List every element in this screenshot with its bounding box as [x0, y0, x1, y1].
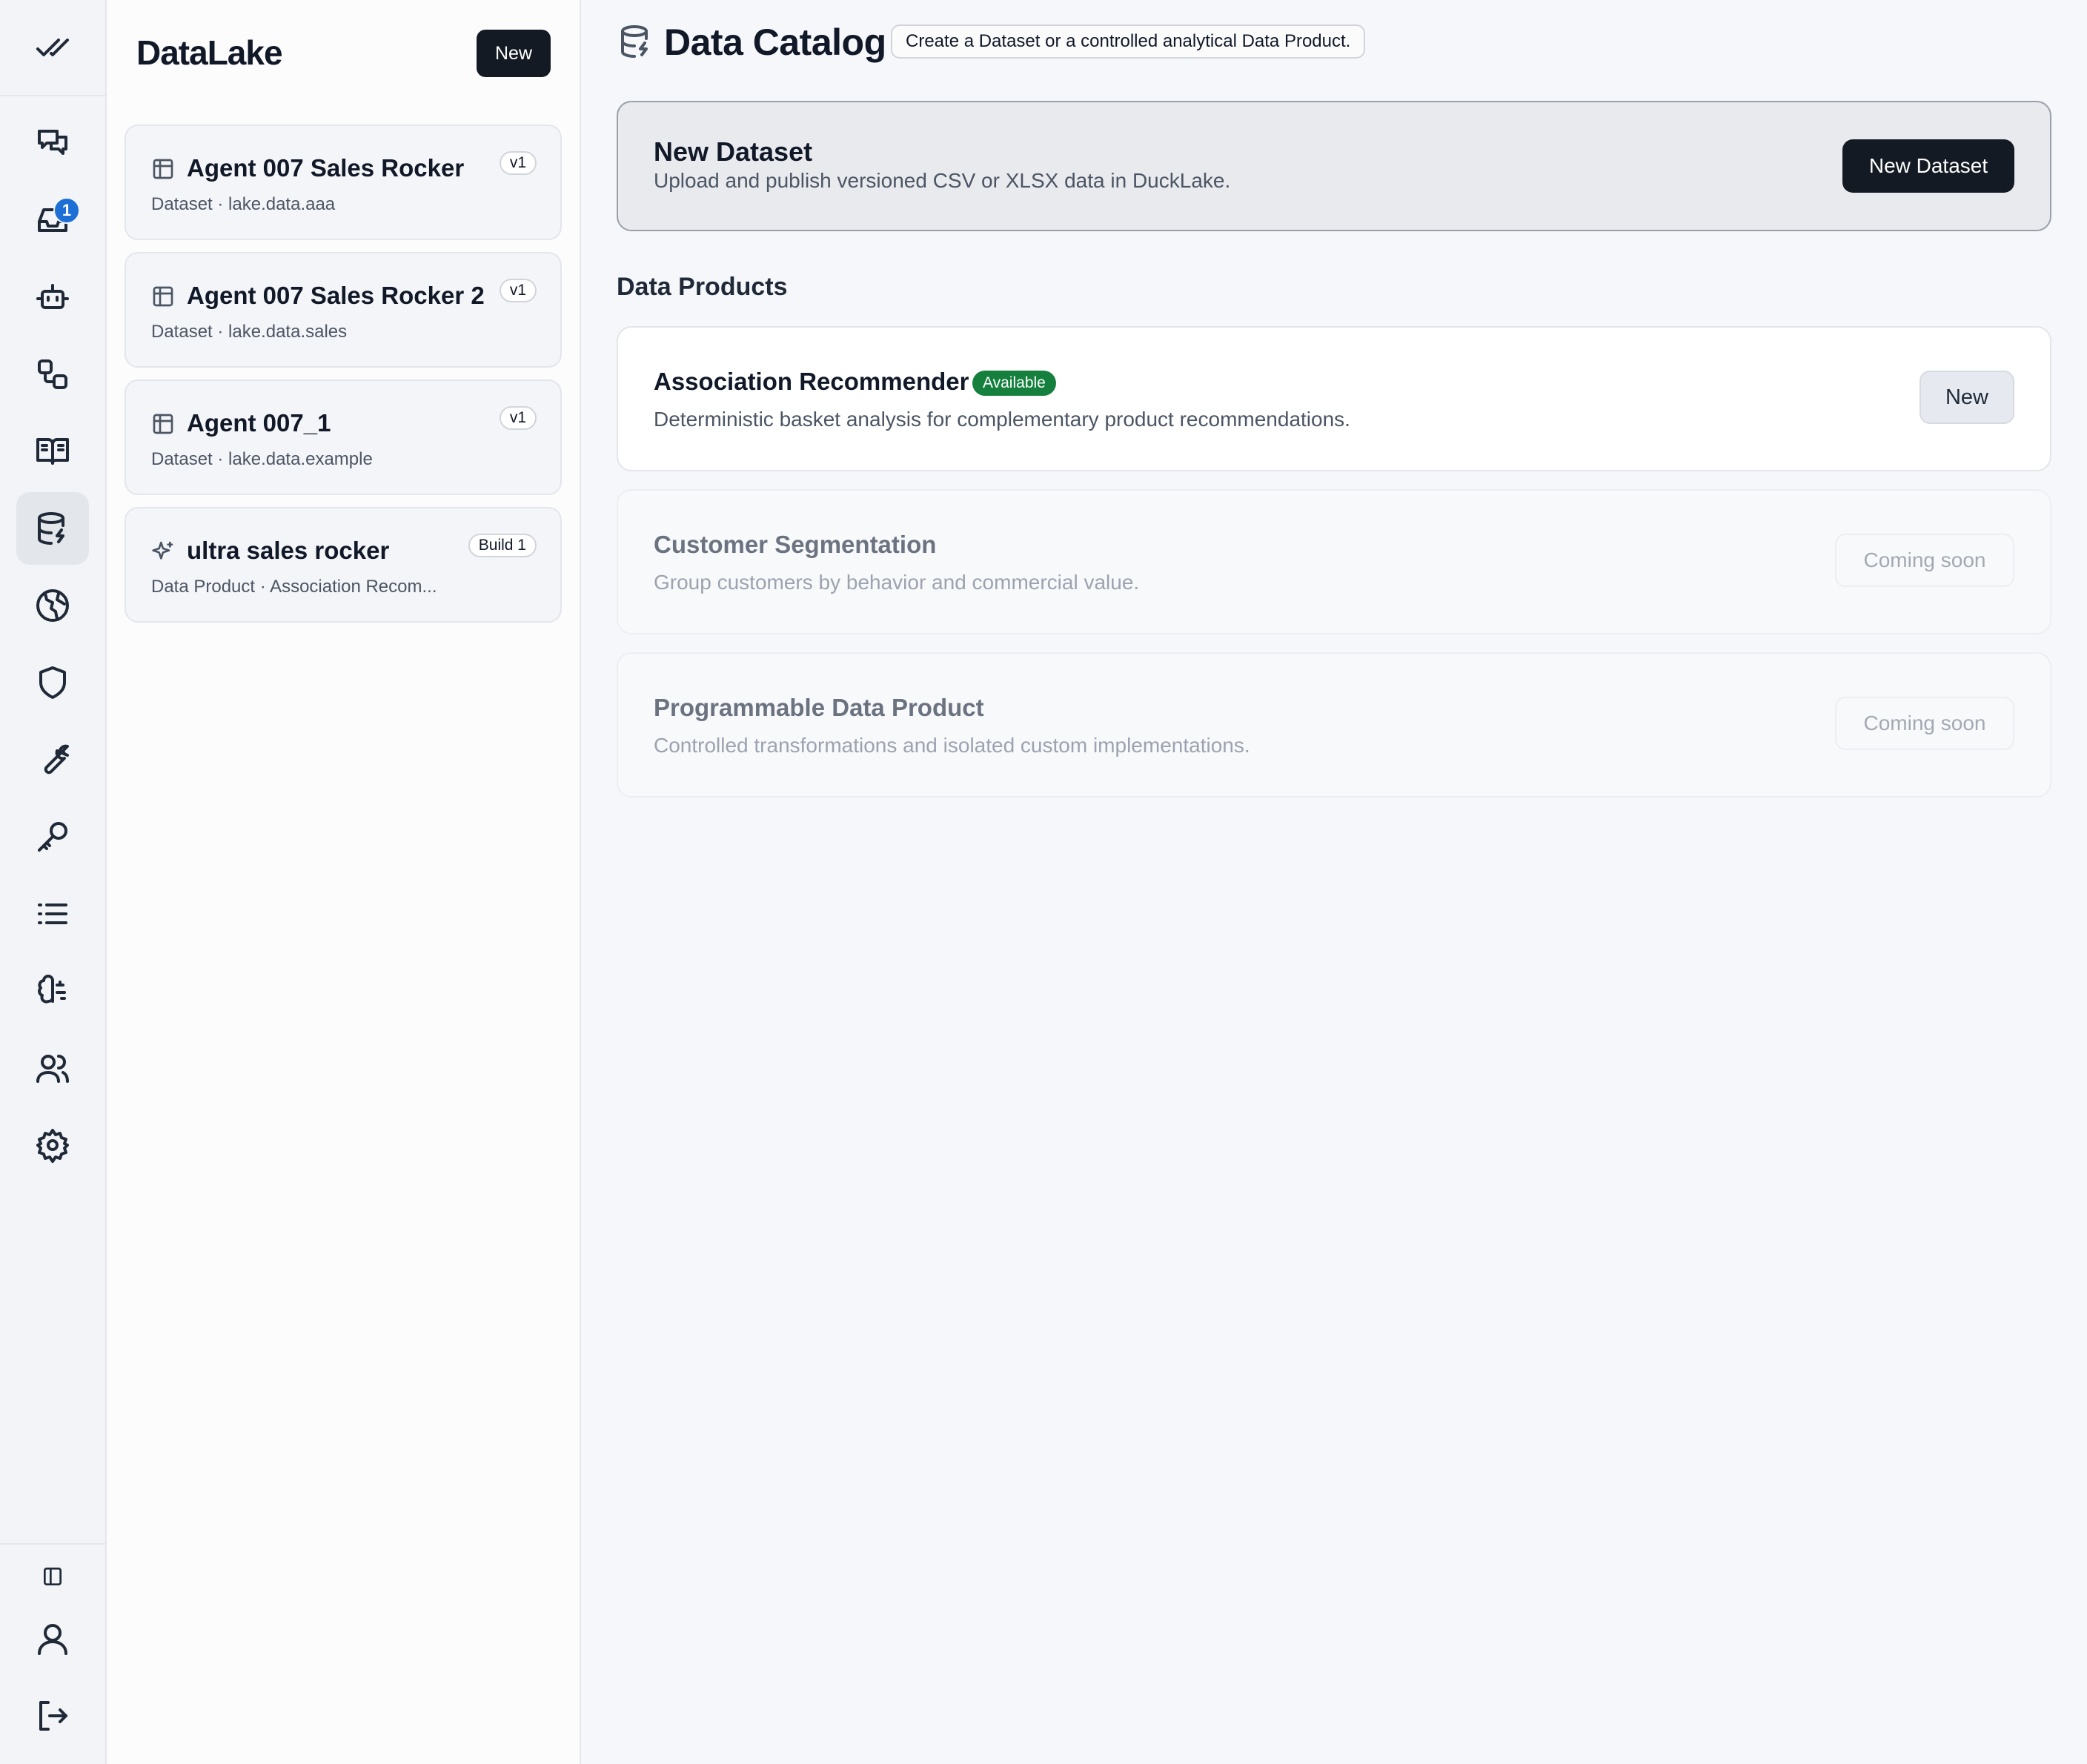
key-icon [38, 822, 67, 852]
list-item-title: Agent 007_1 [187, 409, 331, 437]
datalake-panel: DataLake New Agent 007 Sales Rocker Data… [107, 0, 581, 1764]
users-icon [36, 1055, 69, 1083]
data-products-heading: Data Products [617, 273, 788, 301]
product-card-programmable-data-product: Programmable Data Product Controlled tra… [617, 652, 2051, 798]
coming-soon-button: Coming soon [1835, 697, 2014, 750]
list-item-subtitle: Dataset · lake.data.aaa [151, 194, 336, 214]
rail-item-logs[interactable] [16, 878, 89, 950]
build-tag: Build 1 [468, 534, 537, 557]
bot-icon [36, 284, 69, 309]
list-item-title: Agent 007 Sales Rocker 2 [187, 282, 485, 309]
database-icon [618, 24, 654, 59]
rail-item-models[interactable] [16, 955, 89, 1027]
book-icon [36, 438, 69, 465]
rail-item-keys[interactable] [16, 800, 89, 873]
list-item-title: ultra sales rocker [187, 537, 390, 564]
product-description: Group customers by behavior and commerci… [654, 571, 1140, 594]
version-tag: v1 [499, 406, 537, 430]
version-tag: v1 [499, 151, 537, 175]
rail-item-tools[interactable] [16, 723, 89, 796]
rail-item-workflows[interactable] [16, 338, 89, 411]
rail-item-datalake[interactable] [16, 492, 89, 565]
rail-item-chat[interactable] [16, 107, 89, 179]
rail-item-settings[interactable] [16, 1109, 89, 1181]
double-check-icon [36, 39, 69, 56]
list-icon [38, 903, 67, 924]
rail-item-security[interactable] [16, 646, 89, 719]
globe-icon [36, 589, 69, 622]
page-description-chip: Create a Dataset or a controlled analyti… [891, 24, 1366, 59]
rail-item-users[interactable] [16, 1032, 89, 1104]
panel-title: DataLake [136, 33, 283, 72]
rail-logo[interactable] [0, 0, 105, 96]
new-dataset-card: New Dataset Upload and publish versioned… [617, 101, 2051, 231]
list-item-title: Agent 007 Sales Rocker [187, 154, 465, 182]
sparkles-icon [151, 540, 175, 563]
list-item-subtitle: Dataset · lake.data.sales [151, 322, 348, 342]
settings-icon [36, 1129, 69, 1163]
product-title: Customer Segmentation [654, 531, 937, 558]
rail-item-agents[interactable] [16, 261, 89, 334]
sidebar-toggle-icon [44, 1568, 62, 1585]
notification-badge: 1 [53, 197, 80, 224]
table-icon [151, 412, 175, 436]
rail-logout[interactable] [16, 1680, 89, 1752]
icon-rail: 1 [0, 0, 107, 1764]
user-icon [38, 1624, 67, 1655]
new-product-button[interactable]: New [1920, 371, 2014, 424]
product-title: Programmable Data Product [654, 694, 984, 721]
list-item-subtitle: Data Product · Association Recom... [151, 577, 437, 597]
main-content: Data Catalog Create a Dataset or a contr… [581, 0, 2087, 1764]
page-title: Data Catalog [664, 21, 886, 63]
shield-icon [39, 666, 66, 699]
product-card-association-recommender: Association Recommender Available Determ… [617, 326, 2051, 471]
rail-item-inbox[interactable]: 1 [16, 184, 89, 256]
database-icon [38, 512, 64, 545]
list-item[interactable]: ultra sales rocker Data Product · Associ… [125, 507, 562, 623]
rail-profile[interactable] [16, 1602, 89, 1675]
table-icon [151, 157, 175, 181]
coming-soon-button: Coming soon [1835, 534, 2014, 587]
list-item-subtitle: Dataset · lake.data.example [151, 449, 373, 469]
new-dataset-description: Upload and publish versioned CSV or XLSX… [654, 169, 1231, 192]
app: 1 DataLake New Agent 007 Sales Rocker Da… [0, 0, 2087, 1764]
list-item[interactable]: Agent 007 Sales Rocker 2 Dataset · lake.… [125, 252, 562, 368]
product-description: Deterministic basket analysis for comple… [654, 408, 1350, 431]
new-dataset-title: New Dataset [654, 136, 813, 167]
rail-item-explore[interactable] [16, 569, 89, 642]
list-item[interactable]: Agent 007 Sales Rocker Dataset · lake.da… [125, 125, 562, 240]
product-card-customer-segmentation: Customer Segmentation Group customers by… [617, 489, 2051, 634]
version-tag: v1 [499, 279, 537, 302]
list-item[interactable]: Agent 007_1 Dataset · lake.data.example … [125, 379, 562, 495]
panel-new-button[interactable]: New [477, 30, 551, 77]
status-badge: Available [972, 371, 1056, 396]
new-dataset-button[interactable]: New Dataset [1842, 139, 2014, 193]
rail-item-knowledge[interactable] [16, 415, 89, 488]
product-title: Association Recommender [654, 368, 969, 395]
logout-icon [39, 1701, 67, 1731]
brain-icon [38, 975, 66, 1004]
workflow-icon [38, 359, 67, 389]
wrench-icon [44, 744, 69, 775]
table-icon [151, 285, 175, 308]
product-description: Controlled transformations and isolated … [654, 734, 1250, 757]
chat-icon [38, 130, 67, 155]
